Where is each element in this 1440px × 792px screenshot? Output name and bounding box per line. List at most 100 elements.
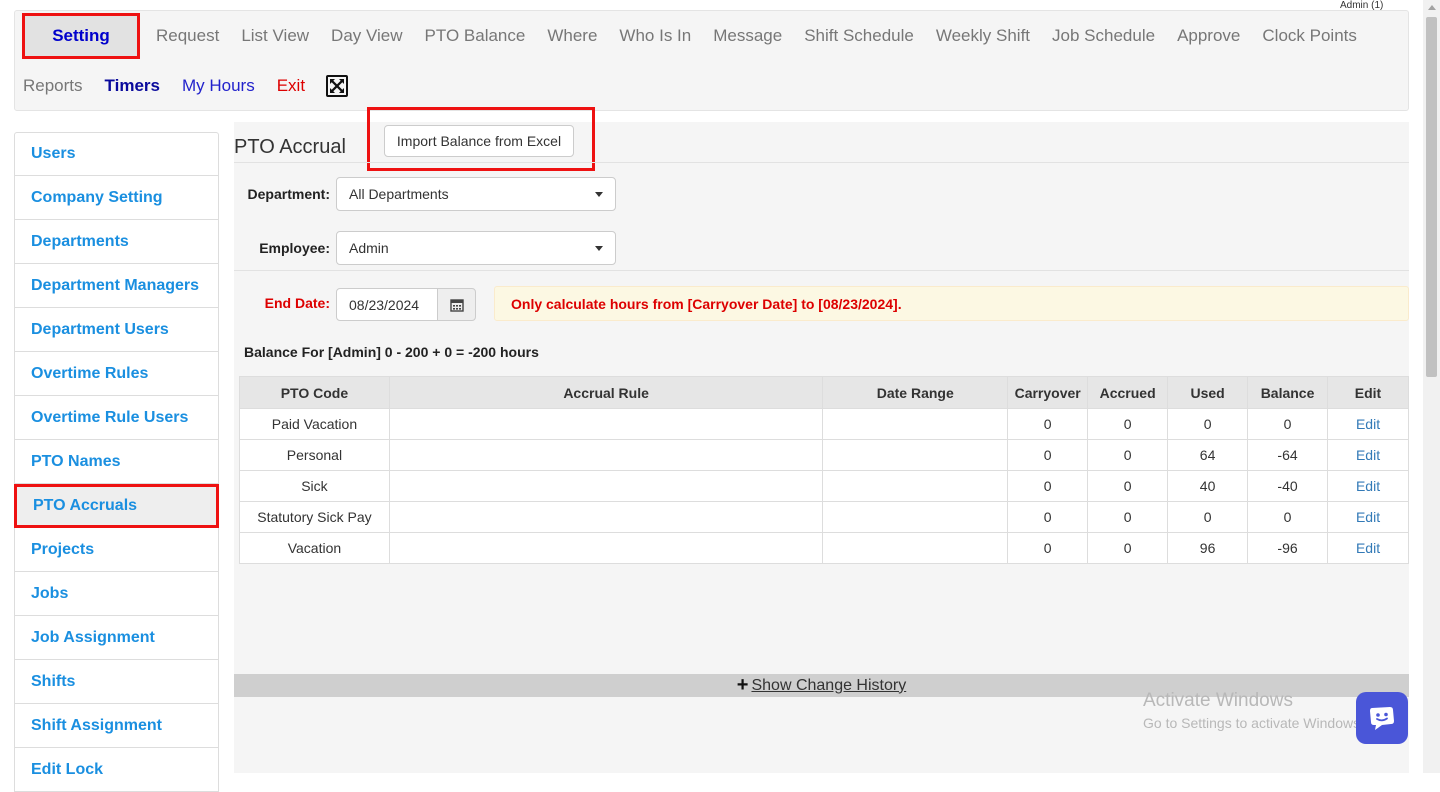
cell-edit: Edit <box>1327 408 1409 440</box>
chat-widget-button[interactable] <box>1356 692 1408 744</box>
page-title: PTO Accrual <box>234 136 346 158</box>
nav-day-view[interactable]: Day View <box>320 26 414 46</box>
fullscreen-icon[interactable] <box>326 75 349 97</box>
cell-balance: -96 <box>1247 532 1329 564</box>
nav-timers[interactable]: Timers <box>94 76 171 96</box>
cell-edit: Edit <box>1327 470 1409 502</box>
nav-reports[interactable]: Reports <box>15 76 94 96</box>
scrollbar-thumb[interactable] <box>1426 17 1437 377</box>
main-content: PTO Accrual Import Balance from Excel De… <box>234 107 1409 773</box>
edit-link[interactable]: Edit <box>1356 447 1380 463</box>
settings-sidebar: Users Company Setting Departments Depart… <box>14 132 219 792</box>
department-select-value: All Departments <box>349 186 449 202</box>
nav-request[interactable]: Request <box>145 26 230 46</box>
nav-list-view[interactable]: List View <box>230 26 320 46</box>
cell-used: 0 <box>1167 408 1249 440</box>
edit-link[interactable]: Edit <box>1356 478 1380 494</box>
col-accrual-rule: Accrual Rule <box>388 376 824 409</box>
page-scrollbar[interactable] <box>1423 0 1440 773</box>
cell-date-range <box>822 501 1009 533</box>
cell-carryover: 0 <box>1007 439 1089 471</box>
col-carryover: Carryover <box>1007 376 1089 409</box>
table-row: Sick 0 0 40 -40 Edit <box>239 470 1409 502</box>
sidebar-item-department-managers[interactable]: Department Managers <box>14 264 219 308</box>
sidebar-item-pto-names[interactable]: PTO Names <box>14 440 219 484</box>
nav-who-is-in[interactable]: Who Is In <box>608 26 702 46</box>
cell-accrual-rule <box>388 532 824 564</box>
sidebar-item-departments[interactable]: Departments <box>14 220 219 264</box>
nav-shift-schedule[interactable]: Shift Schedule <box>793 26 925 46</box>
cell-pto-code: Statutory Sick Pay <box>239 501 390 533</box>
edit-link[interactable]: Edit <box>1356 416 1380 432</box>
employee-select[interactable]: Admin <box>336 231 616 265</box>
cell-edit: Edit <box>1327 439 1409 471</box>
sidebar-item-projects[interactable]: Projects <box>14 528 219 572</box>
nav-approve[interactable]: Approve <box>1166 26 1251 46</box>
end-date-input[interactable]: 08/23/2024 <box>336 288 438 321</box>
nav-message[interactable]: Message <box>702 26 793 46</box>
cell-accrued: 0 <box>1087 408 1169 440</box>
chat-icon <box>1370 707 1394 730</box>
import-balance-button[interactable]: Import Balance from Excel <box>384 125 574 157</box>
watermark-line-1: Activate Windows <box>1143 690 1293 711</box>
cell-pto-code: Paid Vacation <box>239 408 390 440</box>
employee-select-value: Admin <box>349 240 389 256</box>
table-row: Vacation 0 0 96 -96 Edit <box>239 532 1409 564</box>
scroll-up-arrow-icon[interactable] <box>1428 5 1436 10</box>
edit-link[interactable]: Edit <box>1356 509 1380 525</box>
nav-row-1: Setting Request List View Day View PTO B… <box>15 13 1368 59</box>
cell-accrual-rule <box>388 501 824 533</box>
nav-clock-points[interactable]: Clock Points <box>1251 26 1367 46</box>
nav-exit[interactable]: Exit <box>266 76 316 96</box>
nav-job-schedule[interactable]: Job Schedule <box>1041 26 1166 46</box>
sidebar-item-edit-lock[interactable]: Edit Lock <box>14 748 219 792</box>
nav-weekly-shift[interactable]: Weekly Shift <box>925 26 1041 46</box>
cell-used: 64 <box>1167 439 1249 471</box>
nav-row-2: Reports Timers My Hours Exit <box>15 71 349 101</box>
sidebar-item-jobs[interactable]: Jobs <box>14 572 219 616</box>
pto-accrual-table: PTO Code Accrual Rule Date Range Carryov… <box>239 376 1409 564</box>
cell-edit: Edit <box>1327 501 1409 533</box>
nav-setting[interactable]: Setting <box>22 13 140 59</box>
table-row: Statutory Sick Pay 0 0 0 0 Edit <box>239 501 1409 533</box>
form-divider <box>234 270 1409 271</box>
sidebar-item-department-users[interactable]: Department Users <box>14 308 219 352</box>
table-row: Paid Vacation 0 0 0 0 Edit <box>239 408 1409 440</box>
col-pto-code: PTO Code <box>239 376 390 409</box>
nav-pto-balance[interactable]: PTO Balance <box>414 26 537 46</box>
edit-link[interactable]: Edit <box>1356 540 1380 556</box>
top-navigation: Setting Request List View Day View PTO B… <box>14 10 1409 111</box>
col-balance: Balance <box>1247 376 1329 409</box>
nav-my-hours[interactable]: My Hours <box>171 76 266 96</box>
cell-date-range <box>822 532 1009 564</box>
watermark-line-2: Go to Settings to activate Windows. <box>1143 715 1364 731</box>
cell-accrued: 0 <box>1087 439 1169 471</box>
end-date-label: End Date: <box>264 295 330 311</box>
cell-date-range <box>822 439 1009 471</box>
calculation-notice: Only calculate hours from [Carryover Dat… <box>494 286 1409 321</box>
sidebar-item-company-setting[interactable]: Company Setting <box>14 176 219 220</box>
cell-pto-code: Sick <box>239 470 390 502</box>
cell-accrual-rule <box>388 439 824 471</box>
cell-balance: -40 <box>1247 470 1329 502</box>
show-change-history-link[interactable]: Show Change History <box>751 677 906 695</box>
sidebar-item-pto-accruals[interactable]: PTO Accruals <box>14 484 219 528</box>
col-edit: Edit <box>1327 376 1409 409</box>
cell-date-range <box>822 470 1009 502</box>
nav-where[interactable]: Where <box>536 26 608 46</box>
sidebar-item-job-assignment[interactable]: Job Assignment <box>14 616 219 660</box>
sidebar-item-shift-assignment[interactable]: Shift Assignment <box>14 704 219 748</box>
calendar-button[interactable] <box>437 288 476 321</box>
sidebar-item-overtime-rules[interactable]: Overtime Rules <box>14 352 219 396</box>
cell-accrual-rule <box>388 470 824 502</box>
table-row: Personal 0 0 64 -64 Edit <box>239 439 1409 471</box>
cell-balance: -64 <box>1247 439 1329 471</box>
cell-used: 0 <box>1167 501 1249 533</box>
sidebar-item-users[interactable]: Users <box>14 132 219 176</box>
sidebar-item-overtime-rule-users[interactable]: Overtime Rule Users <box>14 396 219 440</box>
cell-balance: 0 <box>1247 501 1329 533</box>
sidebar-item-shifts[interactable]: Shifts <box>14 660 219 704</box>
cell-carryover: 0 <box>1007 470 1089 502</box>
department-select[interactable]: All Departments <box>336 177 616 211</box>
cell-carryover: 0 <box>1007 501 1089 533</box>
